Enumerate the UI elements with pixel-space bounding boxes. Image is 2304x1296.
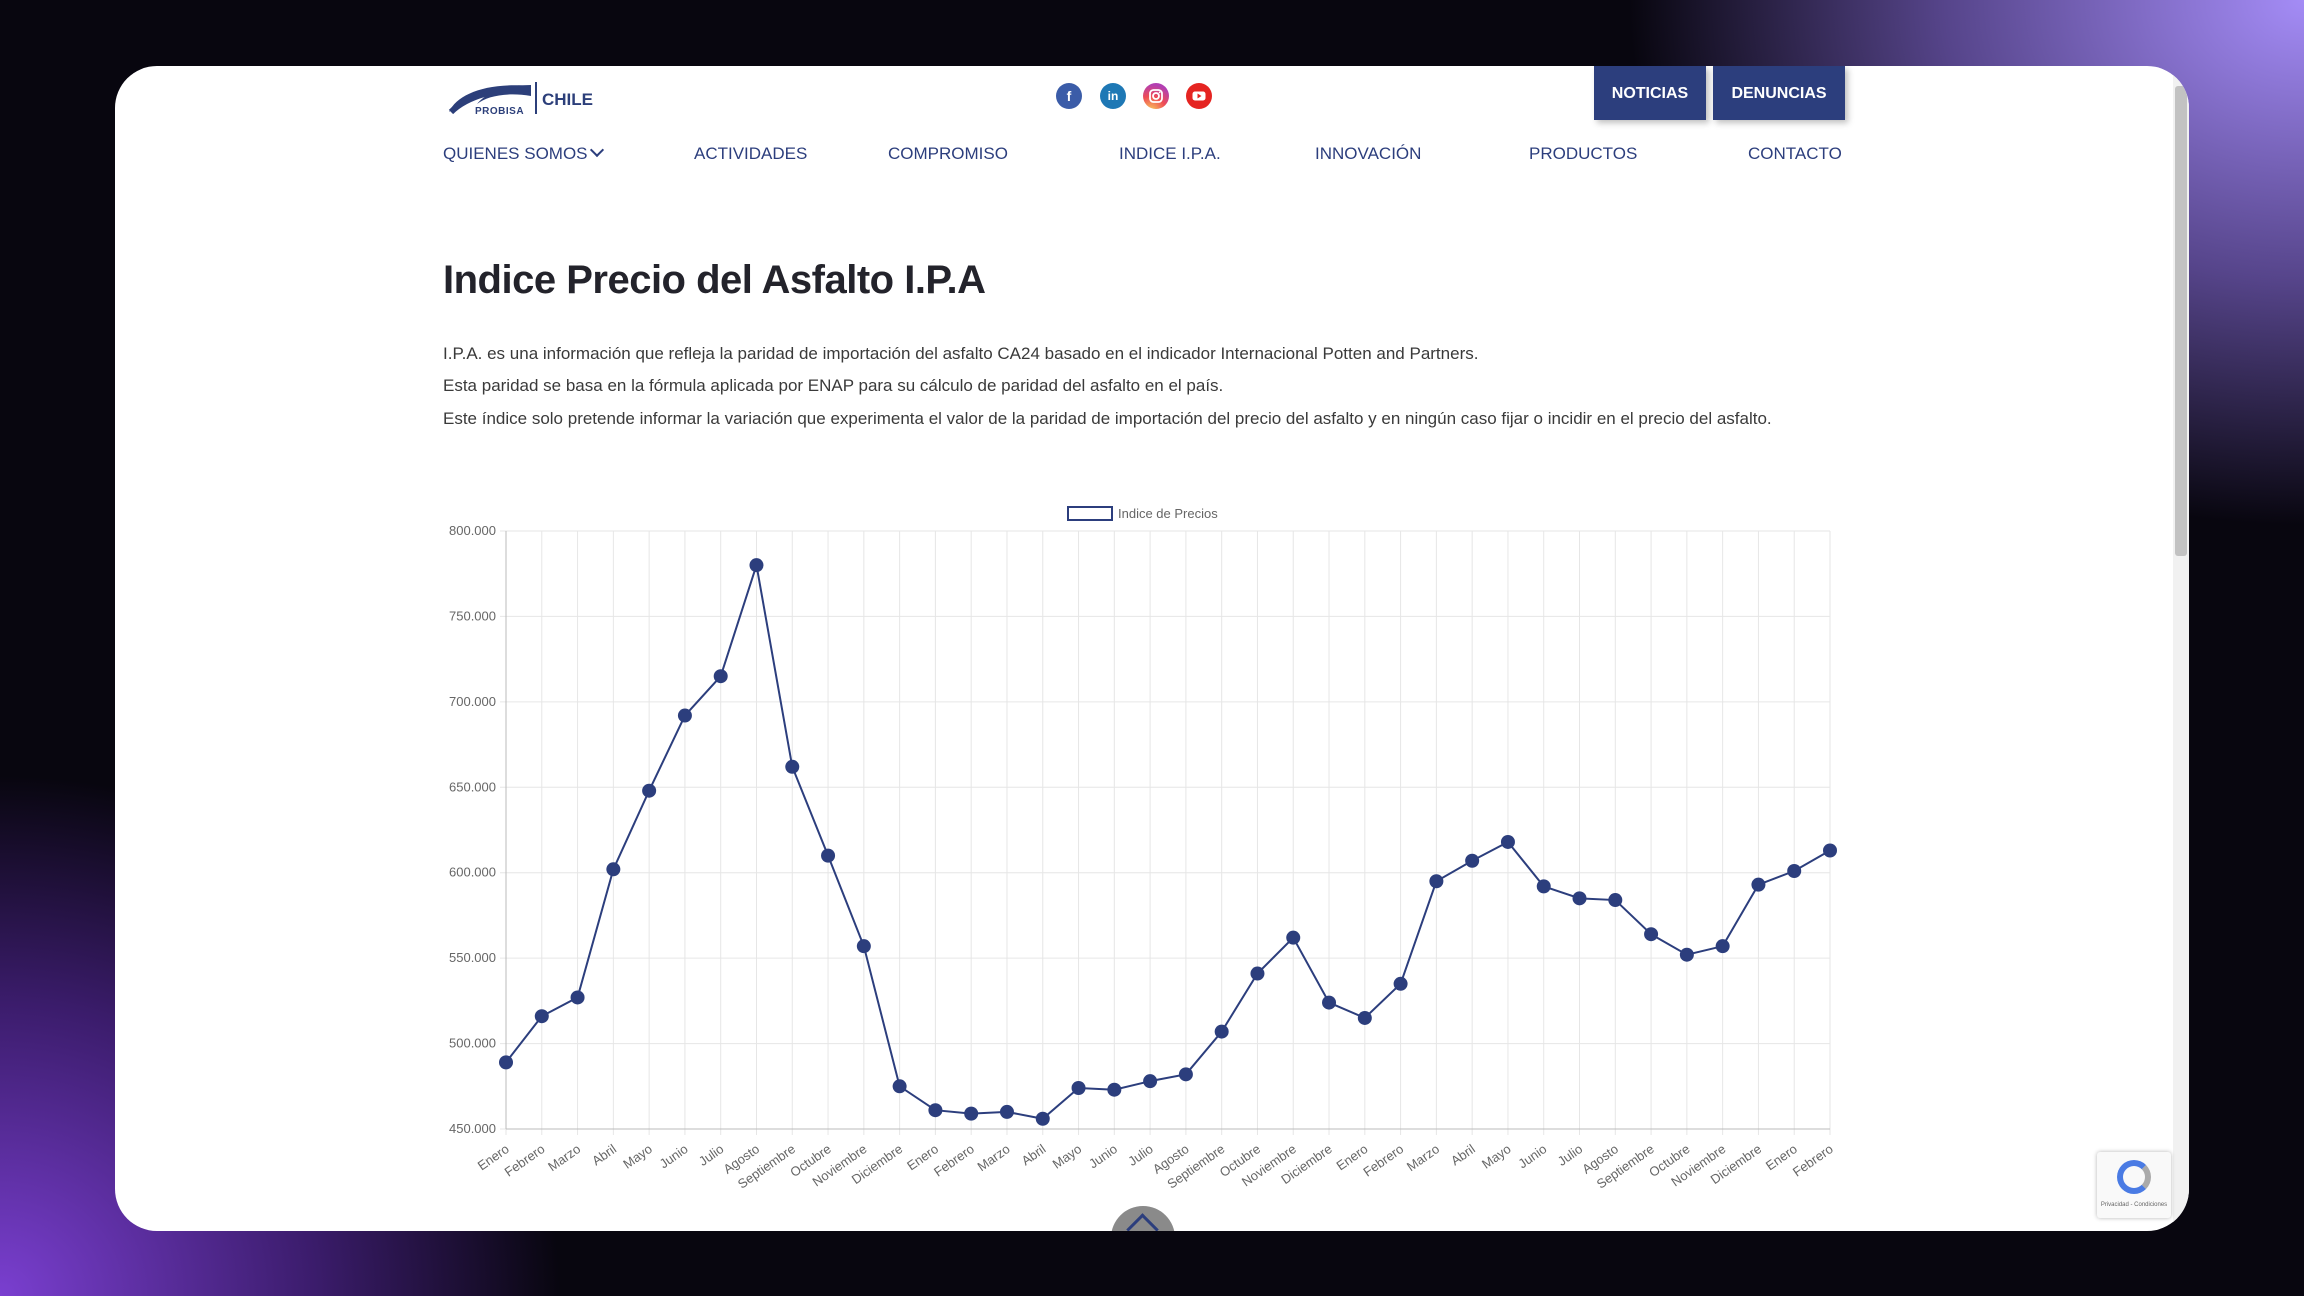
y-tick-label: 550.000 bbox=[449, 950, 496, 965]
data-point bbox=[749, 558, 764, 573]
scrollbar[interactable] bbox=[2173, 66, 2189, 1231]
series-line bbox=[505, 564, 1831, 1120]
y-tick-label: 700.000 bbox=[449, 694, 496, 709]
data-point bbox=[892, 1079, 907, 1094]
data-point bbox=[1214, 1024, 1229, 1039]
data-point bbox=[606, 862, 621, 877]
data-point bbox=[1143, 1074, 1158, 1089]
data-point bbox=[785, 759, 800, 774]
data-point bbox=[642, 783, 657, 798]
data-point bbox=[1071, 1080, 1086, 1095]
data-point bbox=[713, 669, 728, 684]
x-tick-label: Junio bbox=[1515, 1141, 1549, 1171]
data-point bbox=[856, 939, 871, 954]
data-point bbox=[1500, 834, 1515, 849]
data-point bbox=[964, 1106, 979, 1121]
x-tick-label: Marzo bbox=[1404, 1141, 1442, 1174]
data-point bbox=[1572, 891, 1587, 906]
x-tick-label: Abril bbox=[1019, 1141, 1049, 1168]
y-tick-label: 650.000 bbox=[449, 779, 496, 794]
data-point bbox=[534, 1009, 549, 1024]
data-point bbox=[928, 1103, 943, 1118]
data-point bbox=[1429, 874, 1444, 889]
data-point bbox=[1751, 877, 1766, 892]
x-tick-label: Mayo bbox=[1050, 1141, 1085, 1172]
chevron-up-icon bbox=[1126, 1213, 1159, 1231]
data-point bbox=[1787, 864, 1802, 879]
data-point bbox=[1644, 927, 1659, 942]
browser-window: PROBISA CHILE f in NOTICIAS DENUNCIAS QU… bbox=[115, 66, 2189, 1231]
y-tick-label: 500.000 bbox=[449, 1036, 496, 1051]
x-tick-label: Febrero bbox=[1790, 1141, 1836, 1179]
data-point bbox=[499, 1055, 513, 1070]
data-point bbox=[1608, 893, 1623, 908]
x-tick-label: Febrero bbox=[931, 1141, 977, 1179]
recaptcha-text: Privacidad - Condiciones bbox=[2100, 1202, 2168, 1208]
x-tick-label: Marzo bbox=[545, 1141, 583, 1174]
x-tick-label: Junio bbox=[1086, 1141, 1120, 1171]
data-point bbox=[1393, 976, 1408, 991]
data-point bbox=[821, 848, 836, 863]
x-tick-label: Abril bbox=[1448, 1141, 1478, 1168]
x-tick-label: Marzo bbox=[974, 1141, 1012, 1174]
data-point bbox=[1107, 1082, 1122, 1097]
data-point bbox=[1823, 843, 1837, 858]
y-tick-label: 800.000 bbox=[449, 523, 496, 538]
data-point bbox=[999, 1104, 1014, 1119]
data-point bbox=[1035, 1111, 1050, 1126]
scrollbar-thumb[interactable] bbox=[2175, 86, 2187, 556]
y-tick-label: 750.000 bbox=[449, 608, 496, 623]
data-point bbox=[677, 708, 692, 723]
legend-label: Indice de Precios bbox=[1118, 506, 1218, 521]
x-tick-label: Mayo bbox=[1479, 1141, 1514, 1172]
y-tick-label: 450.000 bbox=[449, 1121, 496, 1136]
data-point bbox=[570, 990, 585, 1005]
x-tick-label: Febrero bbox=[1360, 1141, 1406, 1179]
x-tick-label: Febrero bbox=[502, 1141, 548, 1179]
price-index-chart: 800.000 750.000 700.000 650.000 600.000 550.0… bbox=[449, 506, 1837, 1192]
y-tick-label: 600.000 bbox=[449, 865, 496, 880]
data-point bbox=[1679, 947, 1694, 962]
x-tick-label: Mayo bbox=[620, 1141, 655, 1172]
legend-swatch bbox=[1067, 506, 1113, 521]
data-point bbox=[1715, 939, 1730, 954]
recaptcha-badge[interactable]: Privacidad - Condiciones bbox=[2097, 1152, 2171, 1218]
recaptcha-icon bbox=[2117, 1160, 2151, 1194]
data-point bbox=[1536, 879, 1551, 894]
data-point bbox=[1250, 966, 1265, 981]
data-point bbox=[1465, 853, 1480, 868]
x-tick-label: Junio bbox=[657, 1141, 691, 1171]
data-point bbox=[1286, 930, 1301, 945]
x-tick-label: Abril bbox=[589, 1141, 619, 1168]
data-point bbox=[1322, 995, 1337, 1010]
data-point bbox=[1178, 1067, 1193, 1082]
data-point bbox=[1357, 1010, 1372, 1025]
